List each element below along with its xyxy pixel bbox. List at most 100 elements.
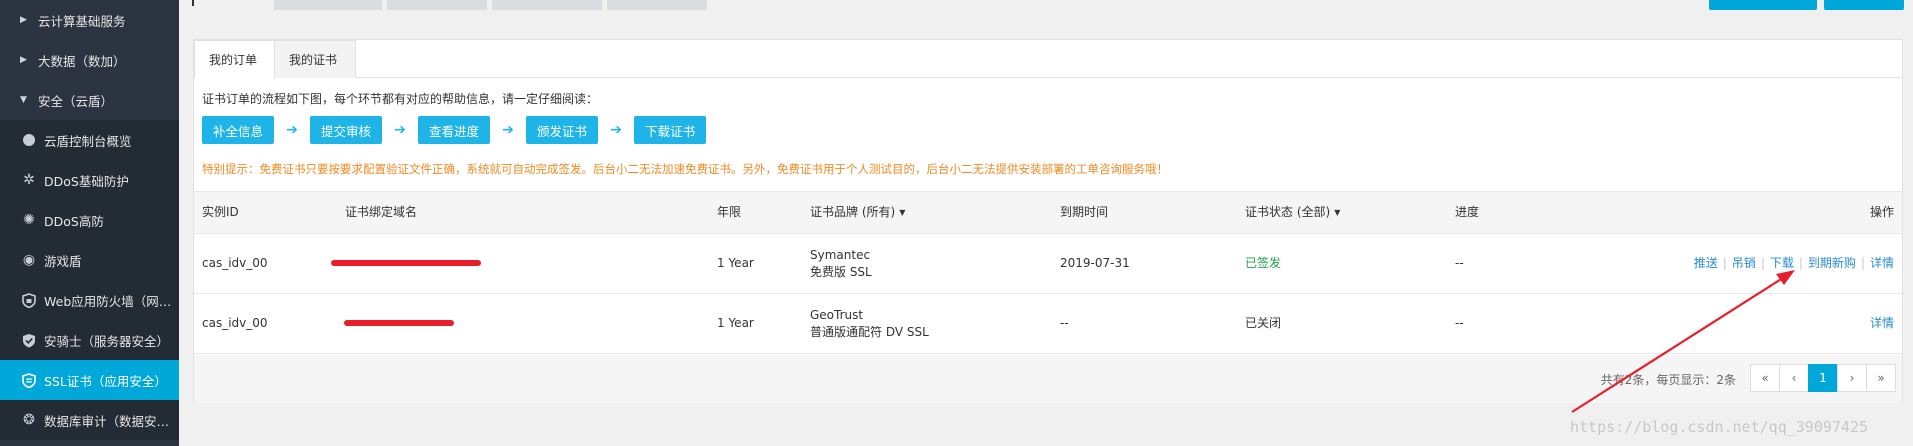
sidebar-group-label: 云计算基础服务 [38,13,126,29]
sidebar-group-label: 安全（云盾） [38,93,114,109]
col-status-filter[interactable]: 证书状态 (全部) ▼ [1245,192,1340,233]
step-check-progress-button[interactable]: 查看进度 [418,116,491,144]
col-brand-filter[interactable]: 证书品牌 (所有) ▼ [810,192,905,233]
sidebar-item-game-shield[interactable]: ◉ 游戏盾 [0,240,179,280]
filter-chip[interactable] [607,0,707,10]
sidebar-item-aegis[interactable]: 安骑士（服务器安全） [0,320,179,360]
pagination: « ‹ 1 › » [1750,364,1896,392]
sidebar-item-label: 安骑士（服务器安全） [44,333,170,349]
download-link[interactable]: 下载 [1770,255,1794,272]
details-link[interactable]: 详情 [1870,315,1894,332]
sidebar-item-waf[interactable]: Web应用防火墙（网… [0,280,179,320]
col-instance-id: 实例ID [202,205,239,219]
arrow-right-icon: ➔ [394,122,406,138]
last-page-button[interactable]: » [1866,364,1896,392]
term: 1 Year [717,256,754,270]
sidebar-item-label: 云盾控制台概览 [44,133,132,149]
separator: | [1760,256,1765,270]
current-page-button[interactable]: 1 [1808,364,1838,392]
process-steps: 补全信息 ➔ 提交审核 ➔ 查看进度 ➔ 颁发证书 ➔ 下载证书 [202,116,707,144]
upload-certificate-button[interactable] [1824,0,1904,10]
table-header: 实例ID 证书绑定域名 年限 证书品牌 (所有) ▼ 到期时间 证书状态 (全部)… [194,191,1902,234]
sidebar-group-label: 大数据（数加） [38,53,126,69]
push-link[interactable]: 推送 [1694,255,1718,272]
certificate-shield-icon [14,372,44,388]
term: 1 Year [717,316,754,330]
brand-product: 免费版 SSL [810,264,872,279]
step-complete-info-button[interactable]: 补全信息 [202,116,275,144]
caret-right-icon: ▶ [20,15,27,25]
expire-date: -- [1060,316,1069,330]
sidebar-group-big-data[interactable]: ▶ 大数据（数加） [0,40,179,80]
step-issue-certificate-button[interactable]: 颁发证书 [526,116,599,144]
caret-right-icon: ▶ [20,55,27,65]
col-operations: 操作 [1869,205,1894,219]
brand-product: 普通版通配符 DV SSL [810,324,929,339]
sidebar-item-ssl-certificate[interactable]: SSL证书（应用安全） [0,360,179,400]
sidebar-item-ddos-high[interactable]: ✺ DDoS高防 [0,200,179,240]
filter-chip[interactable] [387,0,487,10]
gear-icon: ✺ [23,212,35,228]
table-footer: 共有2条，每页显示：2条 « ‹ 1 › » [194,355,1902,403]
revoke-link[interactable]: 吊销 [1732,255,1756,272]
arrow-right-icon: ➔ [502,122,514,138]
col-domain: 证书绑定域名 [345,205,418,219]
watermark: https://blog.csdn.net/qq_39097425 [1570,418,1869,436]
tab-label: 我的订单 [209,53,258,67]
brand-name: Symantec [810,247,871,262]
sidebar: ▶ 云计算基础服务 ▶ 大数据（数加） ▼ 安全（云盾） 云盾控制台概览 ✲ D… [0,0,179,446]
sidebar-item-label: SSL证书（应用安全） [44,373,167,389]
shield-icon [14,292,44,308]
sidebar-item-db-audit[interactable]: ❂ 数据库审计（数据安… [0,400,179,440]
next-page-button[interactable]: › [1837,364,1867,392]
process-intro: 证书订单的流程如下图，每个环节都有对应的帮助信息，请一定仔细阅读： [202,92,599,106]
tab-my-orders[interactable]: 我的订单 [194,40,275,79]
caret-down-icon: ▼ [1334,208,1341,217]
col-status-label: 证书状态 (全部) [1245,205,1331,219]
status-badge: 已签发 [1245,256,1282,270]
brand-name: GeoTrust [810,307,864,322]
pagination-summary: 共有2条，每页显示：2条 [1600,373,1736,387]
col-brand-label: 证书品牌 (所有) [810,205,896,219]
tab-label: 我的证书 [289,53,338,67]
title-marker [192,0,194,6]
status-badge: 已关闭 [1245,316,1282,330]
dot-icon [14,134,44,146]
prev-page-button[interactable]: ‹ [1779,364,1809,392]
step-download-certificate-button[interactable]: 下载证书 [634,116,707,144]
instance-id: cas_idv_00 [202,256,268,270]
progress: -- [1455,256,1464,270]
progress: -- [1455,316,1464,330]
shield-check-icon [14,333,44,348]
col-term: 年限 [717,205,742,219]
top-toolbar [179,0,1913,12]
redacted-domain [331,260,481,266]
col-progress: 进度 [1455,205,1480,219]
sidebar-group-cloud-basic[interactable]: ▶ 云计算基础服务 [0,0,179,40]
arrow-right-icon: ➔ [610,122,622,138]
sidebar-item-ddos-basic[interactable]: ✲ DDoS基础防护 [0,160,179,200]
table-row: cas_idv_00 1 Year Symantec 免费版 SSL 2019-… [194,234,1902,294]
snowflake-icon: ✲ [23,172,35,188]
arrow-right-icon: ➔ [286,122,298,138]
table-row: cas_idv_00 1 Year GeoTrust 普通版通配符 DV SSL… [194,294,1902,354]
first-page-button[interactable]: « [1750,364,1780,392]
filter-chip[interactable] [274,0,382,10]
renew-link[interactable]: 到期新购 [1808,255,1856,272]
game-shield-icon: ◉ [22,252,36,268]
database-audit-icon: ❂ [23,412,35,428]
separator: | [1722,256,1727,270]
tab-bar: 我的订单 我的证书 [194,40,1902,79]
step-submit-review-button[interactable]: 提交审核 [310,116,383,144]
sidebar-item-console-overview[interactable]: 云盾控制台概览 [0,120,179,160]
brand: Symantec 免费版 SSL [810,234,872,293]
special-notice: 特别提示：免费证书只要按要求配置验证文件正确，系统就可自动完成签发。后台小二无法… [202,162,1168,176]
row-actions: 详情 [1870,294,1894,353]
buy-certificate-button[interactable] [1709,0,1817,10]
col-expire: 到期时间 [1060,205,1109,219]
sidebar-item-label: DDoS高防 [44,213,104,229]
sidebar-group-security[interactable]: ▼ 安全（云盾） [0,80,179,120]
tab-my-certificates[interactable]: 我的证书 [274,40,356,78]
details-link[interactable]: 详情 [1870,255,1894,272]
filter-chip[interactable] [492,0,602,10]
